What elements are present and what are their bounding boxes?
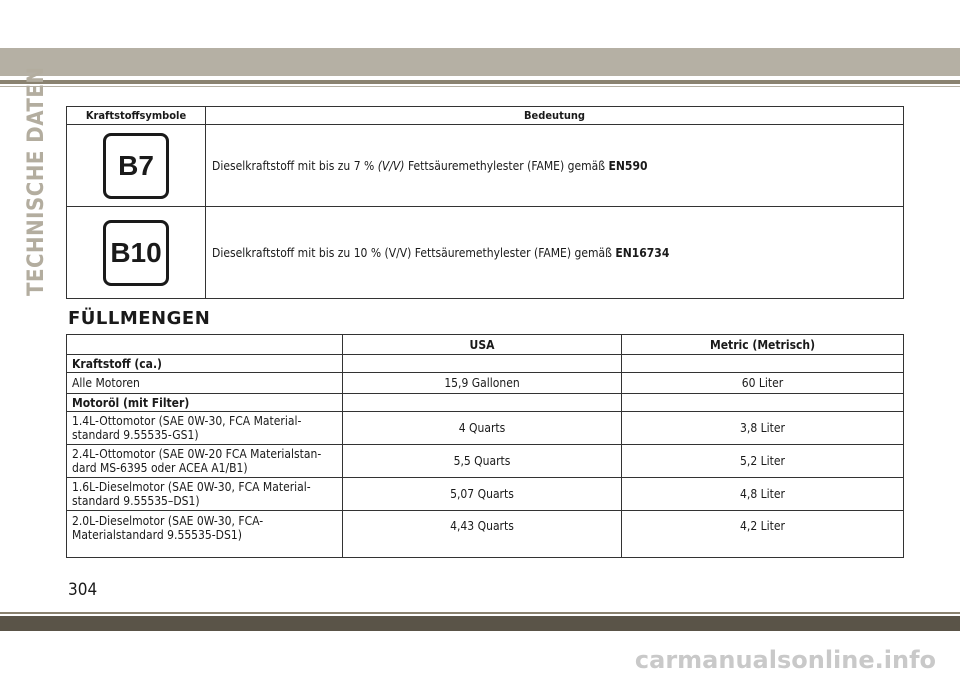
metric-value: 60 Liter bbox=[621, 372, 904, 394]
b7-fuel-symbol-icon: B7 bbox=[103, 132, 169, 199]
table-row: 1.4L-Ottomotor (SAE 0W-30, FCA Material-… bbox=[66, 411, 904, 445]
row-label-line1: 1.6L-Dieselmotor (SAE 0W-30, FCA Materia… bbox=[72, 480, 311, 494]
metric-value: 4,8 Liter bbox=[621, 477, 904, 511]
fuel-table-header: Kraftstoffsymbole Bedeutung bbox=[66, 106, 904, 125]
table-row: B7 Dieselkraftstoff mit bis zu 7 % (V/V)… bbox=[66, 124, 904, 207]
table-row: 2.4L-Ottomotor (SAE 0W-20 FCA Materialst… bbox=[66, 444, 904, 478]
symbol-cell: B7 bbox=[66, 124, 206, 207]
row-label-line2: standard 9.55535-GS1) bbox=[72, 428, 199, 442]
metric-value: 3,8 Liter bbox=[621, 411, 904, 445]
footer-band bbox=[0, 616, 960, 631]
standard-code: EN16734 bbox=[615, 245, 670, 260]
metric-value: 4,2 Liter bbox=[621, 510, 904, 558]
row-label: Motoröl (mit Filter) bbox=[66, 393, 343, 412]
header-rule bbox=[0, 80, 960, 84]
meaning-text: Dieselkraftstoff mit bis zu 7 % bbox=[212, 158, 375, 173]
usa-value: 4,43 Quarts bbox=[342, 510, 622, 558]
usa-value: 5,07 Quarts bbox=[342, 477, 622, 511]
meaning-italic: (V/V) bbox=[377, 158, 405, 173]
meaning-text-after: Fettsäuremethylester (FAME) gemäß bbox=[407, 158, 606, 173]
fuel-symbols-table: Kraftstoffsymbole Bedeutung B7 Dieselkra… bbox=[66, 106, 904, 299]
capacities-header: USA Metric (Metrisch) bbox=[66, 334, 904, 355]
metric-value bbox=[621, 354, 904, 373]
watermark: carmanualsonline.info bbox=[634, 646, 936, 674]
metric-value bbox=[621, 393, 904, 412]
row-label: 2.4L-Ottomotor (SAE 0W-20 FCA Materialst… bbox=[66, 444, 343, 478]
metric-value: 5,2 Liter bbox=[621, 444, 904, 478]
usa-value: 5,5 Quarts bbox=[342, 444, 622, 478]
section-title: FÜLLMENGEN bbox=[68, 308, 211, 329]
footer-rule bbox=[0, 612, 960, 614]
standard-code: EN590 bbox=[608, 158, 648, 173]
b10-fuel-symbol-icon: B10 bbox=[103, 219, 169, 286]
table-row: 1.6L-Dieselmotor (SAE 0W-30, FCA Materia… bbox=[66, 477, 904, 511]
row-label-line1: 1.4L-Ottomotor (SAE 0W-30, FCA Material- bbox=[72, 414, 302, 428]
page-number: 304 bbox=[68, 580, 98, 600]
table-row: 2.0L-Dieselmotor (SAE 0W-30, FCA- Materia… bbox=[66, 510, 904, 558]
header-fuel-symbols: Kraftstoffsymbole bbox=[66, 106, 206, 125]
usa-value bbox=[342, 393, 622, 412]
row-label: 1.4L-Ottomotor (SAE 0W-30, FCA Material-… bbox=[66, 411, 343, 445]
header-usa: USA bbox=[342, 334, 622, 355]
section-side-title: TECHNISCHE DATEN bbox=[24, 66, 49, 296]
row-label-line2: dard MS-6395 oder ACEA A1/B1) bbox=[72, 461, 248, 475]
table-row: Kraftstoff (ca.) bbox=[66, 354, 904, 373]
table-row: B10 Dieselkraftstoff mit bis zu 10 % (V/… bbox=[66, 206, 904, 299]
header-band bbox=[0, 48, 960, 76]
row-label-line2: Materialstandard 9.55535-DS1) bbox=[72, 528, 242, 542]
usa-value: 4 Quarts bbox=[342, 411, 622, 445]
header-meaning: Bedeutung bbox=[205, 106, 904, 125]
row-label: Kraftstoff (ca.) bbox=[66, 354, 343, 373]
row-label: 2.0L-Dieselmotor (SAE 0W-30, FCA- Materia… bbox=[66, 510, 343, 558]
row-label: 1.6L-Dieselmotor (SAE 0W-30, FCA Materia… bbox=[66, 477, 343, 511]
header-metric: Metric (Metrisch) bbox=[621, 334, 904, 355]
row-label-line1: 2.0L-Dieselmotor (SAE 0W-30, FCA- bbox=[72, 514, 264, 528]
meaning-cell: Dieselkraftstoff mit bis zu 7 % (V/V) Fe… bbox=[205, 124, 904, 207]
capacities-table: USA Metric (Metrisch) Kraftstoff (ca.) A… bbox=[66, 334, 904, 558]
row-label-line2: standard 9.55535–DS1) bbox=[72, 494, 200, 508]
table-row: Motoröl (mit Filter) bbox=[66, 393, 904, 412]
header-empty bbox=[66, 334, 343, 355]
meaning-text: Dieselkraftstoff mit bis zu 10 % (V/V) F… bbox=[212, 245, 612, 260]
symbol-cell: B10 bbox=[66, 206, 206, 299]
row-label-line1: 2.4L-Ottomotor (SAE 0W-20 FCA Materialst… bbox=[72, 447, 322, 461]
row-label: Alle Motoren bbox=[66, 372, 343, 394]
header-rule-thin bbox=[0, 86, 960, 87]
usa-value: 15,9 Gallonen bbox=[342, 372, 622, 394]
meaning-cell: Dieselkraftstoff mit bis zu 10 % (V/V) F… bbox=[205, 206, 904, 299]
usa-value bbox=[342, 354, 622, 373]
table-row: Alle Motoren 15,9 Gallonen 60 Liter bbox=[66, 372, 904, 394]
